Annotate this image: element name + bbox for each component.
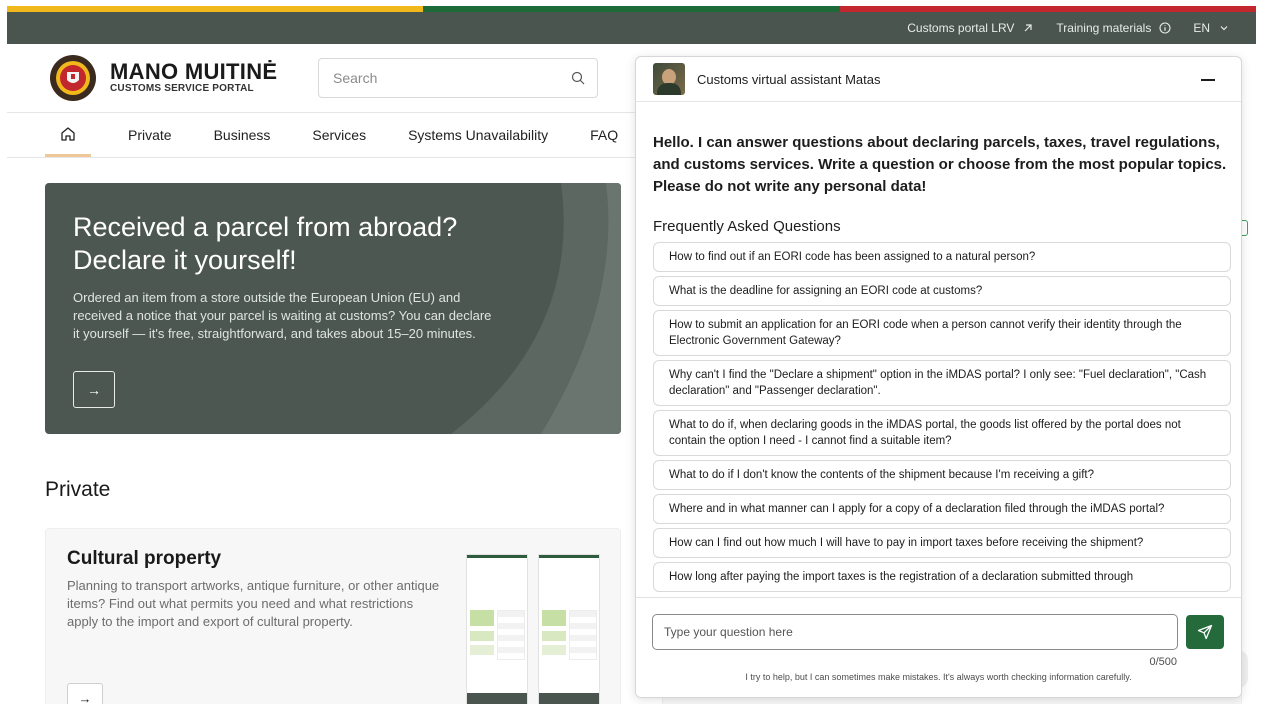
private-section-title: Private <box>45 478 111 501</box>
language-label: EN <box>1193 21 1210 35</box>
chevron-down-icon <box>1220 26 1228 31</box>
card-title: Cultural property <box>67 548 222 569</box>
card-text: Planning to transport artworks, antique … <box>67 578 440 629</box>
brand[interactable]: MANO MUITINĖ CUSTOMS SERVICE PORTAL <box>110 59 278 95</box>
customs-portal-link[interactable]: Customs portal LRV <box>907 21 1034 35</box>
faq-list: How to find out if an EORI code has been… <box>653 242 1231 592</box>
send-icon <box>1197 624 1213 640</box>
minimize-icon[interactable] <box>1199 71 1217 89</box>
chat-assistant-panel: Customs virtual assistant Matas Hello. I… <box>635 56 1242 698</box>
page: Customs portal LRV Training materials EN… <box>0 0 1261 704</box>
faq-item[interactable]: Where and in what manner can I apply for… <box>653 494 1231 524</box>
faq-item[interactable]: What to do if, when declaring goods in t… <box>653 410 1231 456</box>
arrow-up-right-icon <box>1024 24 1033 32</box>
arrow-right-icon: → <box>87 381 101 398</box>
faq-item[interactable]: How to submit an application for an EORI… <box>653 310 1231 356</box>
assistant-greeting: Hello. I can answer questions about decl… <box>653 134 1227 195</box>
training-materials-link[interactable]: Training materials <box>1056 21 1171 35</box>
chat-question-input[interactable] <box>652 614 1178 650</box>
faq-item[interactable]: How to find out if an EORI code has been… <box>653 242 1231 272</box>
main-nav: Private Business Services Systems Unavai… <box>45 113 639 157</box>
nav-home[interactable] <box>45 113 91 157</box>
faq-item[interactable]: What is the deadline for assigning an EO… <box>653 276 1231 306</box>
faq-title: Frequently Asked Questions <box>653 218 841 235</box>
card-arrow-button[interactable]: → <box>67 683 103 704</box>
faq-item[interactable]: What to do if I don't know the contents … <box>653 460 1231 490</box>
card-preview-image <box>538 554 600 704</box>
chat-disclaimer: I try to help, but I can sometimes make … <box>745 672 1132 682</box>
hero-arrow-button[interactable]: → <box>73 371 115 408</box>
language-selector[interactable]: EN <box>1193 21 1230 35</box>
chat-messages[interactable]: Hello. I can answer questions about decl… <box>636 103 1241 597</box>
character-counter: 0/500 <box>1149 656 1177 668</box>
nav-item-faq[interactable]: FAQ <box>569 113 639 157</box>
brand-name: MANO MUITINĖ <box>110 59 278 84</box>
nav-item-systems-unavailability[interactable]: Systems Unavailability <box>387 113 569 157</box>
card-preview-image <box>466 554 528 704</box>
faq-item[interactable]: Why can't I find the "Declare a shipment… <box>653 360 1231 406</box>
brand-subtitle: CUSTOMS SERVICE PORTAL <box>110 83 254 94</box>
hero-banner: Received a parcel from abroad? Declare i… <box>45 183 621 434</box>
chat-footer: 0/500 I try to help, but I can sometimes… <box>636 597 1241 697</box>
faq-item[interactable]: How long after paying the import taxes i… <box>653 562 1231 592</box>
cultural-property-card[interactable]: Cultural property Planning to transport … <box>45 528 621 704</box>
utility-bar: Customs portal LRV Training materials EN <box>7 12 1256 44</box>
nav-item-business[interactable]: Business <box>193 113 292 157</box>
home-icon <box>61 126 75 141</box>
send-button[interactable] <box>1186 615 1224 649</box>
info-icon <box>1159 22 1171 34</box>
hero-title: Received a parcel from abroad? Declare i… <box>73 212 458 275</box>
training-materials-label: Training materials <box>1056 21 1152 35</box>
search-input[interactable] <box>333 70 571 86</box>
lithuanian-customs-emblem[interactable] <box>45 54 101 102</box>
search-icon[interactable] <box>571 71 585 85</box>
customs-portal-link-label: Customs portal LRV <box>907 21 1015 35</box>
chat-title: Customs virtual assistant Matas <box>697 71 881 87</box>
assistant-avatar <box>653 63 685 95</box>
arrow-right-icon: → <box>78 690 92 704</box>
nav-item-services[interactable]: Services <box>291 113 387 157</box>
nav-item-private[interactable]: Private <box>91 113 193 157</box>
faq-item[interactable]: How can I find out how much I will have … <box>653 528 1231 558</box>
chat-header: Customs virtual assistant Matas <box>636 57 1241 102</box>
search-box <box>318 58 598 98</box>
hero-text: Ordered an item from a store outside the… <box>73 290 492 341</box>
